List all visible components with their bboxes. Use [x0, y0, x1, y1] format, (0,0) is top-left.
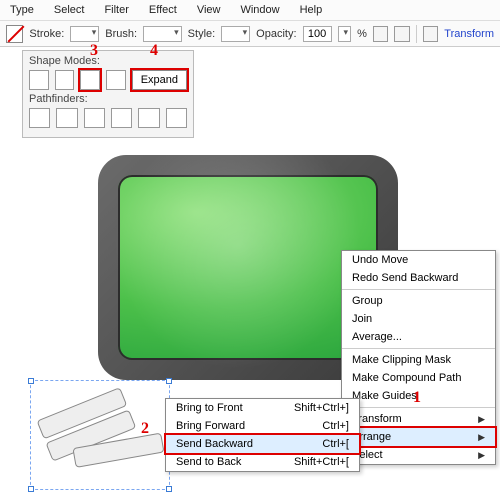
- ctx-redo-send-backward[interactable]: Redo Send Backward: [342, 269, 495, 287]
- menu-window[interactable]: Window: [236, 2, 283, 18]
- handle-nw[interactable]: [28, 378, 34, 384]
- pathfinder-outline[interactable]: [138, 108, 159, 128]
- menu-select[interactable]: Select: [50, 2, 89, 18]
- expand-button[interactable]: Expand: [132, 70, 187, 90]
- handle-ne[interactable]: [166, 378, 172, 384]
- opacity-dropdown[interactable]: [338, 26, 352, 42]
- ctx-undo-move[interactable]: Undo Move: [342, 251, 495, 269]
- opacity-label: Opacity:: [256, 28, 296, 40]
- stroke-swatch-none[interactable]: [6, 25, 23, 43]
- pathfinder-panel: Shape Modes: Expand Pathfinders:: [22, 50, 194, 138]
- pathfinder-trim[interactable]: [56, 108, 77, 128]
- callout-2: 2: [141, 420, 149, 438]
- sub-bring-forward[interactable]: Bring ForwardCtrl+]: [166, 417, 359, 435]
- callout-1: 1: [413, 389, 421, 407]
- options-bar: Stroke: Brush: Style: Opacity: 100 % Tra…: [0, 21, 500, 47]
- ctx-average[interactable]: Average...: [342, 328, 495, 346]
- menu-help[interactable]: Help: [296, 2, 327, 18]
- separator: [416, 25, 417, 43]
- menu-effect[interactable]: Effect: [145, 2, 181, 18]
- context-menu: Undo Move Redo Send Backward Group Join …: [341, 250, 496, 465]
- shape-modes-label: Shape Modes:: [29, 55, 187, 67]
- handle-sw[interactable]: [28, 486, 34, 492]
- brush-dropdown[interactable]: [143, 26, 182, 42]
- ctx-make-compound-path[interactable]: Make Compound Path: [342, 369, 495, 387]
- menu-filter[interactable]: Filter: [100, 2, 132, 18]
- callout-3: 3: [90, 42, 98, 60]
- shape-mode-subtract[interactable]: [55, 70, 75, 90]
- ctx-transform[interactable]: Transform▶: [342, 410, 495, 428]
- chevron-right-icon: ▶: [478, 432, 485, 443]
- toolbar-icon-3[interactable]: [423, 26, 438, 42]
- chevron-right-icon: ▶: [478, 450, 485, 461]
- menu-view[interactable]: View: [193, 2, 225, 18]
- brush-label: Brush:: [105, 28, 137, 40]
- handle-se[interactable]: [166, 486, 172, 492]
- opacity-field[interactable]: 100: [303, 26, 332, 42]
- stroke-dropdown[interactable]: [70, 26, 99, 42]
- style-dropdown[interactable]: [221, 26, 250, 42]
- toolbar-icon-2[interactable]: [394, 26, 409, 42]
- stroke-label: Stroke:: [29, 28, 64, 40]
- sub-send-backward[interactable]: Send BackwardCtrl+[: [166, 435, 359, 453]
- arrange-submenu: Bring to FrontShift+Ctrl+] Bring Forward…: [165, 398, 360, 472]
- ctx-join[interactable]: Join: [342, 310, 495, 328]
- sub-bring-to-front[interactable]: Bring to FrontShift+Ctrl+]: [166, 399, 359, 417]
- pathfinder-crop[interactable]: [111, 108, 132, 128]
- menu-type[interactable]: Type: [6, 2, 38, 18]
- callout-4: 4: [150, 42, 158, 60]
- ctx-arrange[interactable]: Arrange▶: [342, 428, 495, 446]
- chevron-right-icon: ▶: [478, 414, 485, 425]
- pathfinder-divide[interactable]: [29, 108, 50, 128]
- ctx-make-clipping-mask[interactable]: Make Clipping Mask: [342, 351, 495, 369]
- pathfinders-label: Pathfinders:: [29, 93, 187, 105]
- toolbar-icon-1[interactable]: [373, 26, 388, 42]
- shape-mode-add[interactable]: [29, 70, 49, 90]
- shape-mode-intersect[interactable]: [80, 70, 100, 90]
- shape-mode-exclude[interactable]: [106, 70, 126, 90]
- device-screen: [118, 175, 378, 360]
- ctx-select[interactable]: Select▶: [342, 446, 495, 464]
- pathfinder-merge[interactable]: [84, 108, 105, 128]
- sub-send-to-back[interactable]: Send to BackShift+Ctrl+[: [166, 453, 359, 471]
- percent-label: %: [357, 28, 367, 40]
- ctx-group[interactable]: Group: [342, 292, 495, 310]
- menubar: Type Select Filter Effect View Window He…: [0, 0, 500, 21]
- transform-link[interactable]: Transform: [444, 28, 494, 40]
- style-label: Style:: [188, 28, 216, 40]
